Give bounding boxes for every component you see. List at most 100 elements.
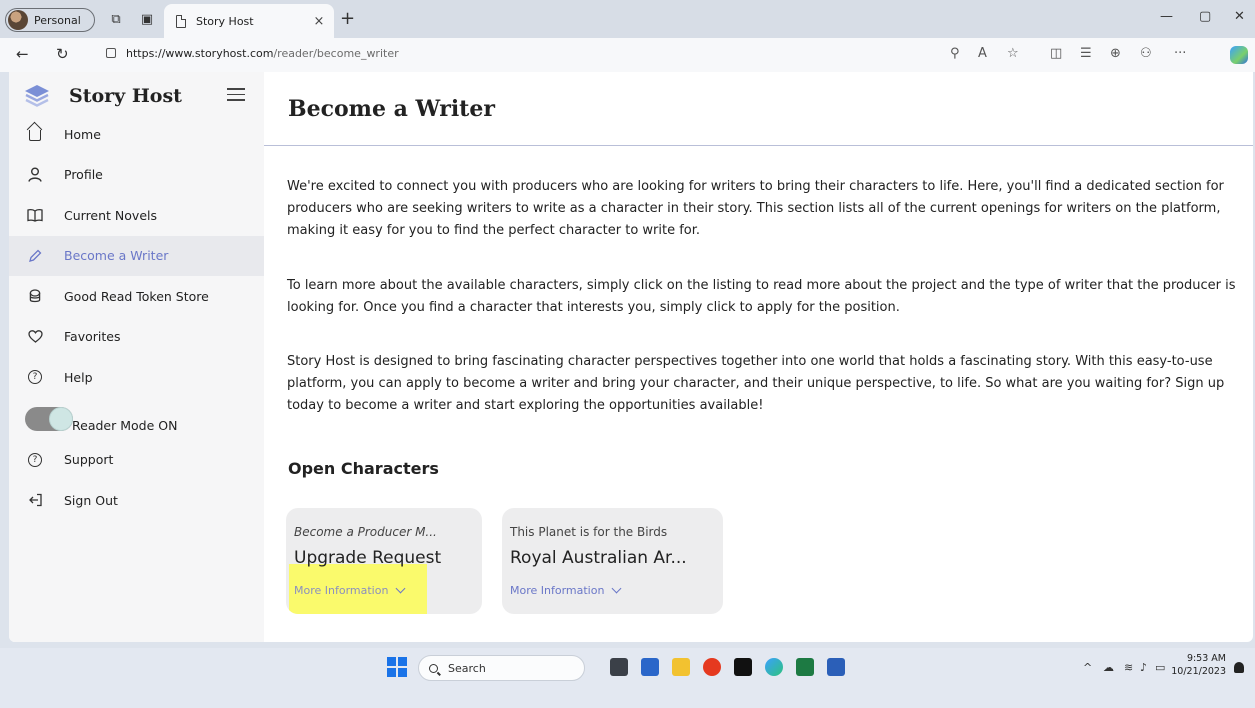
sidebar-item-label: Home [64, 126, 101, 142]
sidebar-item-good-read-token-store[interactable]: Good Read Token Store [9, 276, 264, 317]
clock-date: 10/21/2023 [1171, 666, 1226, 677]
restore-icon[interactable]: ▢ [1199, 9, 1211, 24]
toggle-knob [49, 406, 73, 431]
notification-bell-icon[interactable] [1234, 662, 1244, 673]
edge-icon[interactable] [765, 658, 783, 676]
home-icon [27, 126, 43, 142]
store-icon[interactable] [641, 658, 659, 676]
favorite-star-icon[interactable]: ☆ [1007, 46, 1019, 61]
character-card[interactable]: This Planet is for the Birds Royal Austr… [502, 508, 723, 614]
workspaces-icon[interactable]: ⧉ [106, 9, 126, 29]
about-paragraph: Story Host is designed to bring fascinat… [287, 354, 1225, 413]
sidebar-item-support[interactable]: ? Support [9, 440, 264, 481]
sidebar-item-label: Support [64, 452, 114, 468]
intro-paragraph: We're excited to connect you with produc… [287, 179, 1224, 238]
show-hidden-icons-icon[interactable]: ^ [1083, 661, 1092, 674]
office-icon[interactable] [703, 658, 721, 676]
tab-story-host[interactable]: Story Host × [164, 4, 334, 38]
tab-close-button[interactable]: × [312, 14, 326, 29]
close-window-icon[interactable]: ✕ [1234, 9, 1245, 24]
pen-icon [27, 248, 43, 264]
card-subtitle: Become a Producer M... [294, 525, 437, 539]
url-field[interactable]: https://www.storyhost.com/reader/become_… [126, 47, 399, 60]
learn-more-paragraph: To learn more about the available charac… [287, 278, 1236, 315]
lock-icon[interactable] [106, 48, 116, 58]
character-card[interactable]: Become a Producer M... Upgrade Request M… [286, 508, 482, 614]
tab-title: Story Host [196, 14, 254, 28]
copilot-icon[interactable] [1230, 46, 1248, 64]
sidebar-item-become-a-writer[interactable]: Become a Writer [9, 235, 264, 276]
sidebar-item-sign-out[interactable]: Sign Out [9, 480, 264, 521]
main-content: Become a Writer We're excited to connect… [264, 72, 1253, 642]
sidebar-item-current-novels[interactable]: Current Novels [9, 195, 264, 236]
layers-logo-icon [23, 83, 51, 109]
brand[interactable]: Story Host [23, 81, 182, 111]
new-tab-button[interactable]: + [340, 8, 355, 29]
tab-actions-icon[interactable]: ▣ [137, 9, 157, 29]
book-icon [27, 207, 43, 223]
word-icon[interactable] [827, 658, 845, 676]
more-information-link[interactable]: More Information [510, 583, 622, 597]
minimize-icon[interactable]: — [1160, 9, 1173, 24]
onedrive-icon[interactable]: ☁ [1103, 661, 1114, 674]
support-icon: ? [27, 452, 43, 468]
page-title: Become a Writer [288, 96, 495, 122]
netflix-icon[interactable] [734, 658, 752, 676]
battery-icon[interactable]: ▭ [1155, 661, 1165, 674]
sidebar-item-profile[interactable]: Profile [9, 155, 264, 196]
sidebar-item-help[interactable]: ? Help [9, 357, 264, 398]
reader-mode-row: Reader Mode ON [9, 398, 264, 440]
task-view-icon[interactable] [610, 658, 628, 676]
profile-button[interactable]: Personal [5, 8, 95, 32]
chevron-down-icon [612, 583, 622, 594]
taskbar-search-label: Search [448, 661, 486, 675]
back-icon[interactable]: ← [16, 45, 29, 63]
more-icon[interactable]: ··· [1174, 46, 1186, 61]
taskbar-search[interactable]: Search [418, 655, 585, 681]
volume-icon[interactable]: ♪ [1140, 661, 1147, 674]
collections-icon[interactable]: ⊕ [1110, 46, 1121, 61]
sidebar-item-home[interactable]: Home [9, 114, 264, 155]
key-icon[interactable]: ⚲ [950, 46, 960, 61]
sidebar: Story Host Home Profile Current Novels B… [9, 72, 264, 642]
excel-icon[interactable] [796, 658, 814, 676]
sidebar-nav: Home Profile Current Novels Become a Wri… [9, 114, 264, 521]
heart-icon [27, 329, 43, 345]
user-icon [27, 167, 43, 183]
chevron-down-icon [396, 583, 406, 594]
sign-out-icon [27, 492, 43, 508]
profile-label: Personal [34, 13, 81, 27]
sidebar-item-label: Help [64, 369, 93, 385]
file-explorer-icon[interactable] [672, 658, 690, 676]
help-icon: ? [27, 369, 43, 385]
url-host: https://www.storyhost.com [126, 47, 274, 60]
sidebar-item-label: Sign Out [64, 492, 118, 508]
browser-tab-bar: Personal ⧉ ▣ Story Host × + — ▢ ✕ [0, 0, 1255, 38]
sidebar-item-label: Good Read Token Store [64, 288, 209, 304]
token-icon [27, 288, 43, 304]
reader-mode-toggle[interactable] [25, 406, 73, 431]
clock-time: 9:53 AM [1186, 653, 1226, 664]
split-screen-icon[interactable]: ◫ [1050, 46, 1062, 61]
windows-start-icon[interactable] [387, 657, 407, 677]
taskbar: Search ^ ☁ ≋ ♪ ▭ 9:53 AM 10/21/2023 [0, 648, 1255, 708]
sidebar-item-favorites[interactable]: Favorites [9, 317, 264, 358]
sidebar-item-label: Become a Writer [64, 248, 169, 264]
brand-title: Story Host [69, 85, 182, 107]
system-clock[interactable]: 9:53 AM 10/21/2023 [1168, 652, 1226, 678]
hamburger-menu-icon[interactable] [227, 88, 245, 105]
favorites-icon[interactable]: ☰ [1080, 46, 1092, 61]
refresh-icon[interactable]: ↻ [56, 45, 69, 63]
more-information-link[interactable]: More Information [294, 583, 406, 597]
reader-mode-label: Reader Mode ON [72, 418, 178, 433]
wifi-icon[interactable]: ≋ [1124, 661, 1133, 674]
extensions-icon[interactable]: ⚇ [1140, 46, 1152, 61]
page-viewport: Story Host Home Profile Current Novels B… [9, 72, 1253, 642]
browser-address-bar: ← ↻ https://www.storyhost.com/reader/bec… [0, 38, 1255, 72]
search-icon [429, 663, 438, 673]
card-title: Royal Australian Ar... [510, 548, 687, 568]
url-path: /reader/become_writer [273, 47, 399, 60]
sidebar-item-label: Favorites [64, 329, 121, 345]
card-title: Upgrade Request [294, 548, 442, 568]
read-aloud-icon[interactable]: A [978, 46, 987, 61]
